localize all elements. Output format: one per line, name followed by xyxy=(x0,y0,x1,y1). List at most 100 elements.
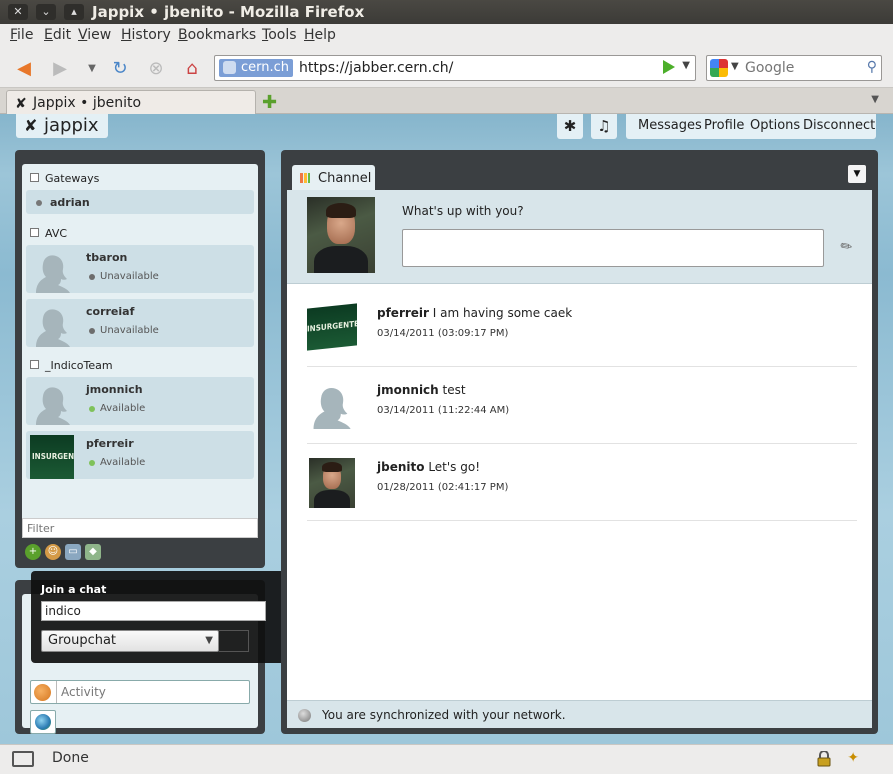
post-author[interactable]: pferreir xyxy=(377,306,429,320)
stop-icon[interactable]: ⊗ xyxy=(144,56,168,80)
post-author[interactable]: jmonnich xyxy=(377,383,439,397)
channel-menu-icon[interactable]: ▼ xyxy=(848,165,866,183)
url-dropdown-icon[interactable]: ▼ xyxy=(682,60,690,71)
history-dropdown-icon[interactable]: ▼ xyxy=(80,56,104,80)
compose-prompt: What's up with you? xyxy=(402,204,524,218)
menu-tools[interactable]: Tools xyxy=(262,27,297,43)
minimize-window-icon[interactable]: ⌄ xyxy=(36,4,56,20)
url-bar[interactable]: cern.ch https://jabber.cern.ch/ ▼ xyxy=(214,55,696,81)
reload-icon[interactable]: ↻ xyxy=(108,56,132,80)
post-text: jmonnich test xyxy=(377,383,466,397)
chat-type-value: Groupchat xyxy=(48,633,117,648)
roster-filter[interactable] xyxy=(22,518,258,538)
disconnect-link[interactable]: Disconnect xyxy=(803,118,875,133)
group-header-indicoteam[interactable]: _IndicoTeam xyxy=(30,359,113,372)
post-text: pferreir I am having some caek xyxy=(377,306,572,320)
post-avatar[interactable]: INSURGENTE xyxy=(307,303,357,351)
own-avatar xyxy=(307,197,375,273)
paperclip-icon[interactable]: ✎ xyxy=(837,237,856,257)
extension-icon[interactable]: ✦ xyxy=(847,750,859,766)
asterisk-button[interactable]: ✱ xyxy=(557,114,583,139)
tab-jappix[interactable]: ✘ Jappix • jbenito xyxy=(6,90,256,114)
tab-channel[interactable]: Channel xyxy=(292,165,375,191)
music-button[interactable]: ♫ xyxy=(591,114,617,139)
menu-bar: File Edit View History Bookmarks Tools H… xyxy=(0,24,893,46)
buddy-pferreir[interactable]: INSURGENTE pferreir Available xyxy=(26,431,254,479)
channel-body: What's up with you? ✎ INSURGENTE pferrei… xyxy=(287,190,872,728)
back-icon[interactable]: ◀ xyxy=(12,56,36,80)
chevron-down-icon: ▼ xyxy=(205,635,213,646)
messages-link[interactable]: Messages xyxy=(638,118,702,133)
post-body: test xyxy=(442,383,466,397)
site-identity-button[interactable]: cern.ch xyxy=(219,59,294,77)
asterisk-icon: ✱ xyxy=(563,117,577,135)
keyboard-icon[interactable] xyxy=(12,751,34,767)
music-note-icon: ♫ xyxy=(597,117,611,135)
search-input[interactable] xyxy=(745,59,855,77)
status-dot xyxy=(89,274,95,280)
url-text[interactable]: https://jabber.cern.ch/ xyxy=(299,60,453,76)
post-author[interactable]: jbenito xyxy=(377,460,424,474)
join-chat-input[interactable] xyxy=(42,602,265,620)
roster-list[interactable]: Gateways adrian AVC tbaron Unavailable c… xyxy=(22,164,258,538)
buddy-correiaf[interactable]: correiaf Unavailable xyxy=(26,299,254,347)
menu-file[interactable]: File xyxy=(10,27,33,43)
group-header-gateways[interactable]: Gateways xyxy=(30,172,99,185)
group-header-avc[interactable]: AVC xyxy=(30,227,67,240)
buddy-status: Unavailable xyxy=(100,325,159,336)
chat-type-select[interactable]: Groupchat ▼ xyxy=(41,630,219,652)
google-icon[interactable] xyxy=(710,59,728,77)
new-tab-icon[interactable]: ✚ xyxy=(262,92,277,113)
window-titlebar: ✕ ⌄ ▴ Jappix • jbenito - Mozilla Firefox xyxy=(0,0,893,24)
menu-edit[interactable]: Edit xyxy=(44,27,71,43)
groupchat-icon[interactable]: ▭ xyxy=(65,544,81,560)
maximize-window-icon[interactable]: ▴ xyxy=(64,4,84,20)
default-avatar-icon xyxy=(36,309,70,347)
compose-area: What's up with you? ✎ xyxy=(287,190,872,284)
buddy-name: tbaron xyxy=(86,251,128,264)
join-chat-icon[interactable]: ☺ xyxy=(45,544,61,560)
default-avatar-icon xyxy=(36,255,70,293)
buddy-tbaron[interactable]: tbaron Unavailable xyxy=(26,245,254,293)
default-avatar-icon[interactable] xyxy=(307,381,355,429)
lock-icon[interactable] xyxy=(817,751,831,767)
default-avatar-icon xyxy=(36,387,70,425)
post-avatar[interactable] xyxy=(309,458,355,508)
menu-history[interactable]: History xyxy=(121,27,171,43)
forward-icon[interactable]: ▶ xyxy=(48,56,72,80)
jappix-logo-text: jappix xyxy=(44,115,99,136)
menu-bookmarks[interactable]: Bookmarks xyxy=(178,27,256,43)
tag-icon[interactable]: ◆ xyxy=(85,544,101,560)
status-input[interactable] xyxy=(402,229,824,267)
search-bar[interactable]: ▼ ⚲ xyxy=(706,55,882,81)
buddy-name: correiaf xyxy=(86,305,135,318)
buddy-adrian[interactable]: adrian xyxy=(26,190,254,214)
roster-filter-input[interactable] xyxy=(23,519,257,537)
activity-field[interactable]: Activity xyxy=(30,680,250,704)
search-engine-dropdown-icon[interactable]: ▼ xyxy=(731,61,739,72)
channel-post: INSURGENTE pferreir I am having some cae… xyxy=(307,292,857,367)
add-contact-icon[interactable]: + xyxy=(25,544,41,560)
search-icon[interactable]: ⚲ xyxy=(867,59,877,75)
activity-separator xyxy=(56,681,57,703)
menu-help[interactable]: Help xyxy=(304,27,336,43)
post-time: 01/28/2011 (02:41:17 PM) xyxy=(377,482,509,493)
profile-link[interactable]: Profile xyxy=(704,118,744,133)
buddy-jmonnich[interactable]: jmonnich Available xyxy=(26,377,254,425)
window-title: Jappix • jbenito - Mozilla Firefox xyxy=(92,3,365,21)
post-time: 03/14/2011 (11:22:44 AM) xyxy=(377,405,510,416)
status-dot xyxy=(89,406,95,412)
channel-grid-icon xyxy=(300,173,310,183)
close-window-icon[interactable]: ✕ xyxy=(8,4,28,20)
navigation-toolbar: ◀ ▶ ▼ ↻ ⊗ ⌂ cern.ch https://jabber.cern.… xyxy=(0,46,893,88)
go-icon[interactable] xyxy=(663,60,675,74)
pferreir-avatar: INSURGENTE xyxy=(30,435,74,479)
join-chat-field[interactable] xyxy=(41,601,266,621)
activity-icon[interactable] xyxy=(34,684,51,701)
post-time: 03/14/2011 (03:09:17 PM) xyxy=(377,328,509,339)
options-link[interactable]: Options xyxy=(750,118,800,133)
menu-view[interactable]: View xyxy=(78,27,111,43)
tab-list-dropdown-icon[interactable]: ▼ xyxy=(871,94,879,105)
home-icon[interactable]: ⌂ xyxy=(180,56,204,80)
geolocation-globe-icon[interactable] xyxy=(30,710,56,734)
